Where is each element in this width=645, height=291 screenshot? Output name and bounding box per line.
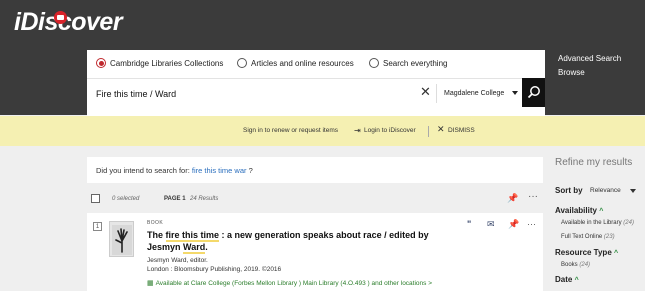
scope-radio-everything[interactable]	[369, 58, 379, 68]
query-row: Fire this time / Ward ✕ Magdalene Colleg…	[87, 78, 522, 107]
facet-item-full-text-online[interactable]: Full Text Online (23)	[561, 234, 615, 240]
dismiss-icon[interactable]: ✕	[437, 125, 445, 134]
availability-icon: ▦	[147, 280, 156, 287]
logo-badge-icon	[54, 11, 67, 24]
page-indicator: PAGE 1	[164, 196, 186, 202]
sort-select[interactable]: Relevance	[590, 187, 621, 194]
sort-label: Sort by	[555, 186, 583, 195]
chevron-up-icon: ^	[599, 208, 604, 215]
facet-item-available-library[interactable]: Available in the Library (24)	[561, 220, 634, 226]
search-input[interactable]: Fire this time / Ward	[96, 89, 176, 99]
result-number: 1	[93, 222, 102, 231]
pin-icon[interactable]: 📌	[507, 193, 518, 204]
result-item[interactable]: 1 BOOK The fire this time : a new genera…	[87, 213, 543, 291]
clear-search-icon[interactable]: ✕	[420, 85, 432, 98]
resource-type: BOOK	[147, 220, 164, 226]
selected-count: 0 selected	[112, 196, 140, 202]
results-toolbar: 0 selected PAGE 1 24 Results 📌 ···	[87, 190, 543, 208]
results-count: 24 Results	[190, 196, 219, 202]
did-you-mean: Did you intend to search for: fire this …	[87, 157, 543, 183]
scope-radio-articles[interactable]	[237, 58, 247, 68]
citation-icon[interactable]: "	[467, 219, 471, 229]
scope-label-everything[interactable]: Search everything	[383, 59, 447, 68]
record-more-icon[interactable]: ···	[527, 219, 536, 229]
caret-down-icon[interactable]	[512, 91, 518, 95]
signin-banner: Sign in to renew or request items ⇥ Logi…	[0, 116, 645, 146]
facet-group-availability[interactable]: Availability ^	[555, 206, 603, 215]
scope-label-articles[interactable]: Articles and online resources	[251, 59, 354, 68]
library-select[interactable]: Magdalene College	[444, 90, 504, 97]
facet-item-books[interactable]: Books (24)	[561, 262, 590, 268]
browse-link[interactable]: Browse	[558, 66, 621, 80]
scope-label-collections[interactable]: Cambridge Libraries Collections	[110, 59, 223, 68]
result-author: Jesmyn Ward, editor.	[147, 257, 208, 264]
select-all-checkbox[interactable]	[91, 194, 100, 203]
result-title[interactable]: The fire this time : a new generation sp…	[147, 229, 459, 254]
book-cover-thumbnail[interactable]	[109, 221, 134, 257]
search-scope-row: Cambridge Libraries Collections Articles…	[87, 50, 522, 78]
search-icon	[527, 86, 540, 99]
search-box: Cambridge Libraries Collections Articles…	[87, 50, 545, 116]
login-icon[interactable]: ⇥	[354, 126, 361, 135]
did-you-mean-text: Did you intend to search for: fire this …	[96, 166, 253, 175]
advanced-search-link[interactable]: Advanced Search	[558, 52, 621, 66]
facet-group-date[interactable]: Date ^	[555, 275, 579, 284]
search-button[interactable]	[522, 78, 545, 107]
top-header: iDiscover Cambridge Libraries Collection…	[0, 0, 645, 116]
chevron-up-icon: ^	[614, 250, 619, 257]
email-icon[interactable]: ✉	[487, 219, 495, 230]
dym-suggestion-link[interactable]: fire this time war	[192, 166, 247, 175]
header-links: Advanced Search Browse	[558, 52, 621, 80]
availability-status[interactable]: ▦ Available at Clare College (Forbes Mel…	[147, 279, 432, 287]
sort-caret-icon[interactable]	[630, 189, 636, 193]
hand-cover-icon	[112, 225, 132, 255]
facets-title: Refine my results	[555, 157, 633, 168]
scope-radio-collections[interactable]	[96, 58, 106, 68]
idiscover-logo[interactable]: iDiscover	[14, 8, 123, 37]
chevron-up-icon: ^	[574, 277, 579, 284]
banner-divider	[428, 126, 429, 137]
dym-prefix: Did you intend to search for:	[96, 166, 190, 175]
more-options-icon[interactable]: ···	[528, 191, 538, 202]
login-link[interactable]: Login to iDiscover	[364, 127, 416, 134]
result-publisher: London : Bloomsbury Publishing, 2019. ©2…	[147, 266, 282, 273]
dismiss-button[interactable]: DISMISS	[448, 127, 475, 134]
search-divider	[436, 84, 437, 103]
facet-group-resource-type[interactable]: Resource Type ^	[555, 248, 618, 257]
pin-record-icon[interactable]: 📌	[508, 219, 519, 230]
banner-message: Sign in to renew or request items	[243, 127, 339, 134]
dym-suffix: ?	[248, 166, 253, 175]
